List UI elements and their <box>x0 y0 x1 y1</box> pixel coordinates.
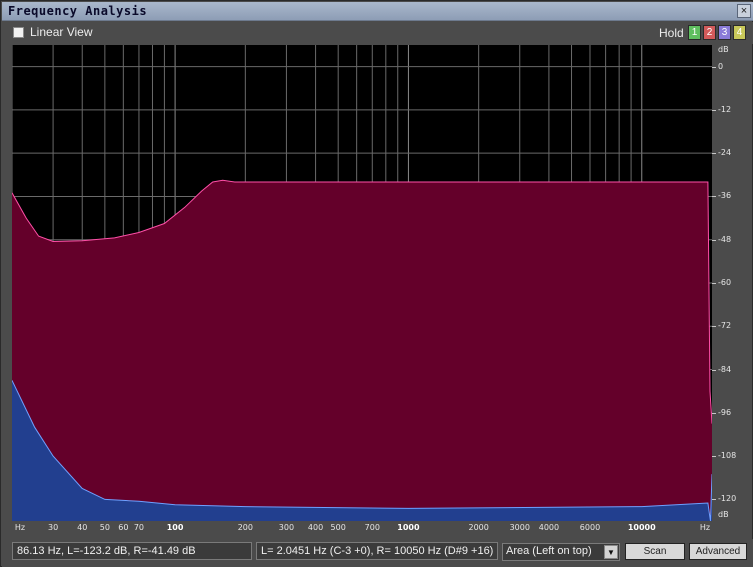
close-button[interactable]: × <box>737 4 751 18</box>
db-unit-label: dB <box>718 45 729 54</box>
view-mode-select[interactable]: Area (Left on top) ▼ <box>502 543 620 561</box>
hz-tick-label: 200 <box>237 523 253 532</box>
status-bar: 86.13 Hz, L=-123.2 dB, R=-41.49 dB L= 2.… <box>2 539 753 567</box>
hz-tick-label: 2000 <box>468 523 489 532</box>
db-tick-label: -72 <box>718 321 732 331</box>
hz-unit-label-right: Hz <box>699 523 711 532</box>
db-tick-label: -108 <box>718 451 737 461</box>
db-tick-mark <box>712 456 716 458</box>
db-tick-label: -12 <box>718 104 732 114</box>
hold-label: Hold <box>659 26 684 40</box>
toolbar: Linear View Hold 1 2 3 4 <box>2 22 753 44</box>
hz-tick-label: 500 <box>330 523 346 532</box>
hz-tick-label: 60 <box>118 523 129 532</box>
db-tick-label: -120 <box>718 494 737 504</box>
db-tick-label: -84 <box>718 364 732 374</box>
db-tick-mark <box>712 326 716 328</box>
window-title: Frequency Analysis <box>8 4 148 18</box>
hz-tick-label: 6000 <box>579 523 601 532</box>
db-tick-label: -60 <box>718 278 732 287</box>
db-tick-label: -96 <box>718 407 732 417</box>
title-bar[interactable]: Frequency Analysis × <box>2 2 753 21</box>
db-tick-label: -24 <box>718 148 732 158</box>
cursor-readout: 86.13 Hz, L=-123.2 dB, R=-41.49 dB <box>12 542 252 560</box>
db-tick-label: -48 <box>718 234 732 244</box>
db-tick-mark <box>712 196 716 198</box>
chevron-down-icon[interactable]: ▼ <box>604 545 618 559</box>
hold-button-2[interactable]: 2 <box>703 25 716 40</box>
db-tick-mark <box>712 283 716 284</box>
hold-button-1[interactable]: 1 <box>688 25 701 40</box>
db-tick-mark <box>712 499 716 501</box>
hz-unit-label: Hz <box>14 523 26 532</box>
hz-tick-label: 10000 <box>627 523 656 532</box>
db-unit-label-bottom: dB <box>718 510 729 519</box>
hz-tick-label: 70 <box>133 523 145 532</box>
db-tick-label: -36 <box>718 191 732 201</box>
db-tick-mark <box>712 153 716 155</box>
spectrum-plot[interactable] <box>12 45 712 521</box>
db-tick-label: 0 <box>718 61 724 71</box>
db-tick-mark <box>712 369 716 371</box>
spectrum-chart-svg <box>12 45 712 521</box>
hold-button-4[interactable]: 4 <box>733 25 746 40</box>
peak-readout: L= 2.0451 Hz (C-3 +0), R= 10050 Hz (D#9 … <box>256 542 498 560</box>
hz-tick-label: 50 <box>99 523 110 532</box>
linear-view-label[interactable]: Linear View <box>30 25 92 39</box>
db-tick-mark <box>712 109 716 111</box>
linear-view-checkbox[interactable] <box>13 27 24 38</box>
hz-axis: Hz Hz 30 40 50 60 70 100 200 300 400 500 700 1000 20… <box>12 521 712 537</box>
hz-tick-label: 1000 <box>397 523 420 532</box>
advanced-button[interactable]: Advanced <box>689 543 747 560</box>
hold-button-3[interactable]: 3 <box>718 25 731 40</box>
db-tick-mark <box>712 66 716 68</box>
db-tick-mark <box>712 239 716 241</box>
hz-tick-label: 30 <box>47 523 59 532</box>
db-tick-mark <box>712 412 716 414</box>
hz-tick-label: 300 <box>278 523 295 532</box>
view-mode-value: Area (Left on top) <box>506 545 592 557</box>
db-axis: dB dB 0 -12 -24 -36 -48 -60 -72 -84 -96 -108 -120 <box>712 45 742 521</box>
hz-tick-label: 100 <box>166 523 184 532</box>
hz-tick-label: 4000 <box>538 523 560 532</box>
left-channel-area <box>12 180 712 521</box>
scan-button[interactable]: Scan <box>625 543 685 560</box>
hz-tick-label: 3000 <box>509 523 530 532</box>
frequency-analysis-window: Frequency Analysis × Linear View Hold 1 … <box>0 0 753 567</box>
hz-tick-label: 700 <box>364 523 380 532</box>
hz-tick-label: 400 <box>307 523 324 532</box>
hz-tick-label: 40 <box>77 523 88 532</box>
